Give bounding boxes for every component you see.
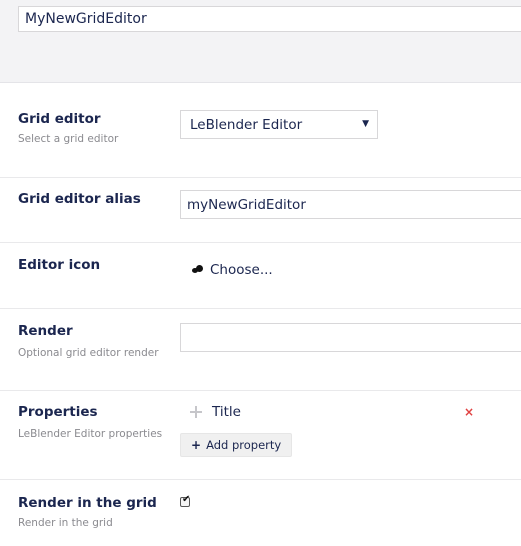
render-in-grid-checkbox[interactable]: ✔ bbox=[180, 494, 191, 507]
render-input[interactable] bbox=[180, 323, 521, 352]
add-property-button[interactable]: + Add property bbox=[180, 433, 293, 457]
grid-editor-description: Select a grid editor bbox=[18, 133, 119, 145]
property-item: Title bbox=[190, 404, 241, 420]
property-title: Title bbox=[212, 404, 241, 420]
chevron-down-icon: ▼ bbox=[362, 119, 369, 129]
editor-name-input[interactable] bbox=[18, 6, 521, 32]
remove-property-icon[interactable]: × bbox=[464, 405, 474, 419]
checkmark-icon: ✔ bbox=[182, 494, 191, 505]
choose-icon-label: Choose... bbox=[210, 262, 273, 278]
add-property-label: Add property bbox=[206, 438, 282, 452]
grid-editor-selected-value: LeBlender Editor bbox=[190, 117, 303, 133]
grid-editor-label: Grid editor bbox=[18, 111, 101, 127]
row-render-in-grid: Render in the grid Render in the grid bbox=[0, 480, 521, 546]
drag-handle-icon[interactable] bbox=[190, 406, 202, 418]
render-label: Render bbox=[18, 323, 73, 339]
alias-input[interactable] bbox=[180, 190, 521, 219]
render-in-grid-label: Render in the grid bbox=[18, 495, 157, 511]
header-band bbox=[0, 0, 521, 83]
grid-editor-select[interactable]: LeBlender Editor ▼ bbox=[180, 110, 378, 139]
choose-icon-button[interactable]: Choose... bbox=[192, 262, 273, 278]
render-in-grid-description: Render in the grid bbox=[18, 517, 113, 529]
render-description: Optional grid editor render bbox=[18, 347, 159, 359]
plus-icon: + bbox=[191, 438, 202, 452]
alias-label: Grid editor alias bbox=[18, 191, 141, 207]
grid-editor-settings: Grid editor Select a grid editor LeBlend… bbox=[0, 0, 521, 546]
properties-label: Properties bbox=[18, 404, 98, 420]
editor-icon-label: Editor icon bbox=[18, 257, 101, 273]
blob-icon bbox=[192, 265, 206, 275]
properties-description: LeBlender Editor properties bbox=[18, 428, 163, 440]
